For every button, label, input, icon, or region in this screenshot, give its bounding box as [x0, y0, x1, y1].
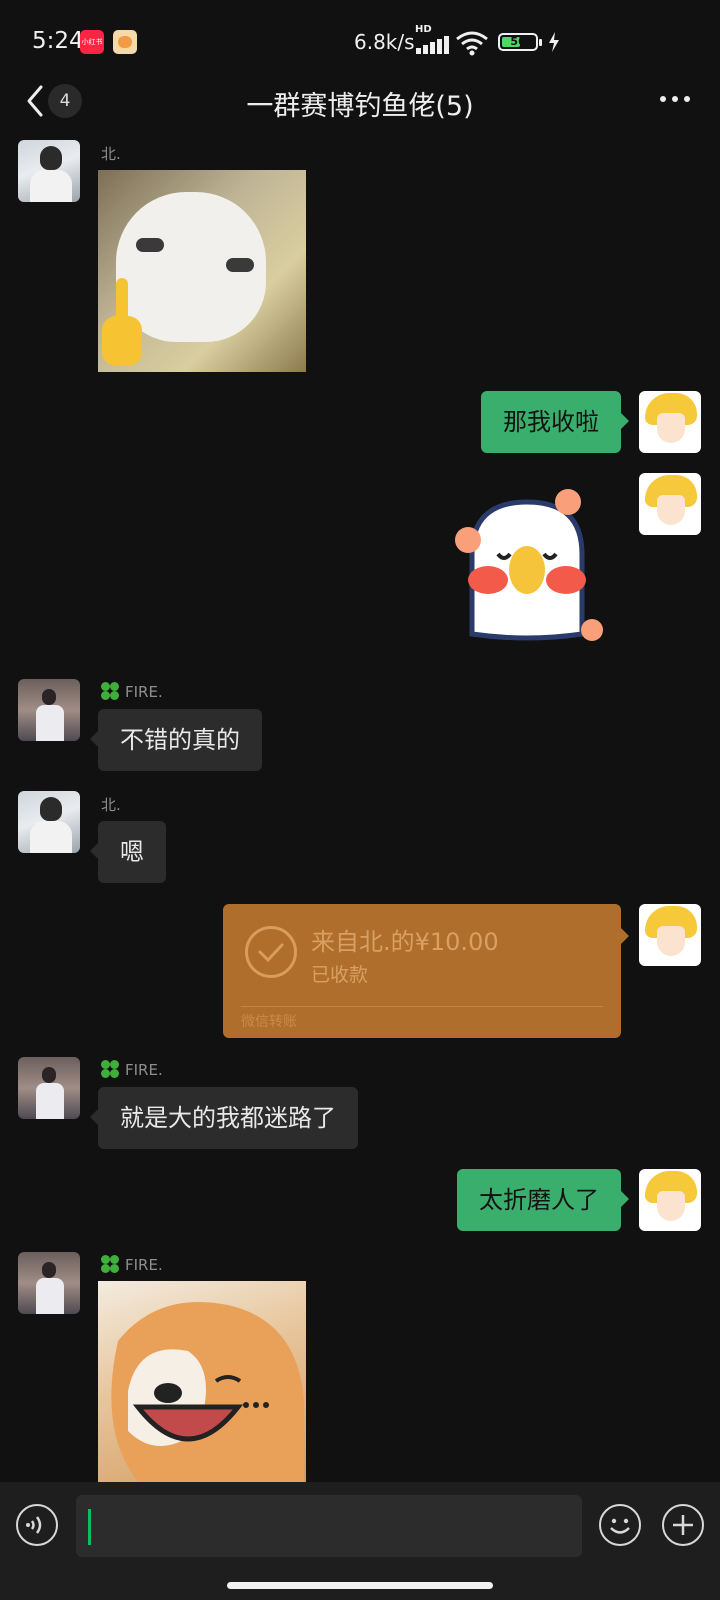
avatar-bei[interactable] — [18, 140, 80, 202]
avatar-self[interactable] — [639, 1169, 701, 1231]
avatar-bei[interactable] — [18, 791, 80, 853]
voice-icon[interactable] — [16, 1504, 58, 1546]
notification-app-icon — [113, 30, 137, 54]
message-input[interactable] — [76, 1495, 582, 1557]
more-icon[interactable] — [660, 96, 690, 104]
chat-title: 一群赛博钓鱼佬(5) — [246, 91, 474, 122]
battery-percent: 56 — [510, 35, 526, 48]
transfer-source: 微信转账 — [241, 1014, 297, 1030]
sender-name: 北. — [101, 145, 121, 163]
status-time: 5:24 — [32, 28, 84, 54]
transfer-title: 来自北.的¥10.00 — [311, 928, 499, 956]
battery-icon: 56 — [498, 33, 542, 51]
network-type-label: HD — [415, 24, 432, 35]
avatar-self[interactable] — [639, 391, 701, 453]
sender-name: 北. — [101, 796, 121, 814]
pointing-hand-icon — [102, 278, 142, 366]
network-speed: 6.8k/s — [354, 30, 415, 54]
clover-icon — [101, 1060, 119, 1078]
clover-icon — [101, 682, 119, 700]
message-bubble-other[interactable]: 嗯 — [90, 821, 166, 883]
cat-pointing-sticker[interactable] — [98, 170, 306, 372]
sender-name: FIRE. — [125, 1061, 163, 1079]
sender-name: FIRE. — [125, 1256, 163, 1274]
back-icon[interactable] — [24, 83, 46, 119]
clover-icon — [101, 1255, 119, 1273]
text-caret — [88, 1509, 91, 1545]
avatar-fire[interactable] — [18, 679, 80, 741]
message-bubble-other[interactable]: 就是大的我都迷路了 — [90, 1087, 358, 1149]
home-indicator[interactable] — [227, 1582, 493, 1589]
sender-name-row: FIRE. — [101, 1255, 163, 1274]
shiba-face — [111, 1301, 304, 1482]
avatar-fire[interactable] — [18, 1057, 80, 1119]
message-bubble-self[interactable]: 太折磨人了 — [457, 1169, 629, 1231]
plus-icon[interactable] — [662, 1504, 704, 1546]
status-bar: 5:24 小红书 6.8k/s HD 56 — [0, 0, 720, 80]
sender-name-row: FIRE. — [101, 1060, 163, 1079]
transfer-status: 已收款 — [311, 964, 369, 986]
chat-screen: 5:24 小红书 6.8k/s HD 56 4 一群赛博钓鱼佬(5) 北. 那我… — [0, 0, 720, 1600]
wifi-icon — [456, 31, 488, 56]
xiaohongshu-app-icon: 小红书 — [80, 30, 104, 54]
avatar-self[interactable] — [639, 473, 701, 535]
chat-header: 4 一群赛博钓鱼佬(5) — [0, 78, 720, 124]
avatar-fire[interactable] — [18, 1252, 80, 1314]
emoji-icon[interactable] — [599, 1504, 641, 1546]
unread-count-badge[interactable]: 4 — [48, 84, 82, 118]
transfer-card[interactable]: 来自北.的¥10.00 已收款 微信转账 — [223, 904, 629, 1038]
charging-icon — [549, 32, 559, 52]
message-bubble-self[interactable]: 那我收啦 — [481, 391, 629, 453]
cat-eye-left — [136, 238, 164, 252]
message-bubble-other[interactable]: 不错的真的 — [90, 709, 262, 771]
sender-name-row: FIRE. — [101, 682, 163, 701]
shiba-laughing-sticker[interactable] — [98, 1281, 306, 1482]
sender-name: FIRE. — [125, 683, 163, 701]
avatar-self[interactable] — [639, 904, 701, 966]
duck-blushing-sticker[interactable] — [446, 484, 608, 650]
transfer-divider — [241, 1006, 603, 1007]
cat-eye-right — [226, 258, 254, 272]
signal-icon — [414, 36, 450, 54]
check-circle-icon — [245, 926, 297, 978]
